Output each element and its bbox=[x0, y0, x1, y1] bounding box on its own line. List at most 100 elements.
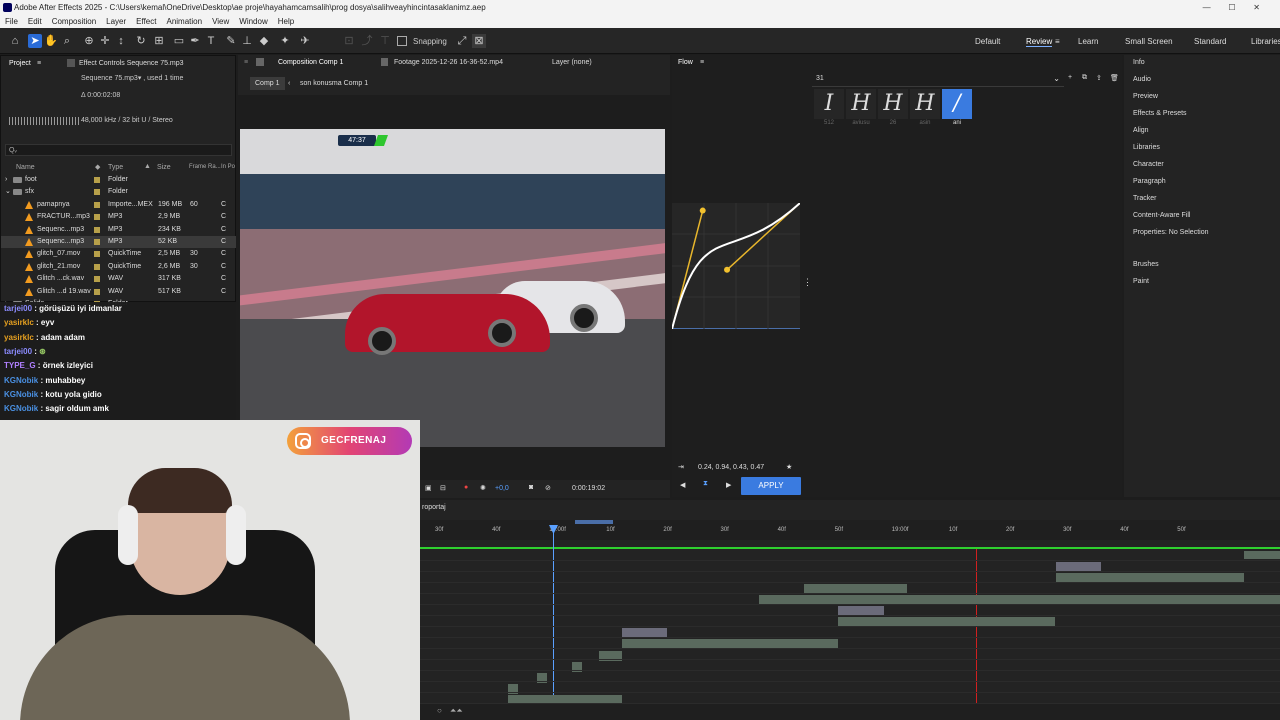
tab-layer[interactable]: Layer (none) bbox=[552, 59, 592, 66]
region-icon[interactable]: ▣ bbox=[425, 484, 432, 492]
right-panel-item[interactable]: Paragraph bbox=[1133, 178, 1166, 185]
label-color-swatch[interactable] bbox=[94, 189, 100, 196]
project-row[interactable]: FRACTUR...mp3 MP3 2,9 MB C bbox=[1, 211, 236, 223]
transparency-grid-icon[interactable]: ⊟ bbox=[440, 484, 446, 492]
preset-thumbnail[interactable]: H bbox=[878, 89, 908, 119]
bezier-handle-1[interactable] bbox=[699, 207, 706, 214]
label-color-swatch[interactable] bbox=[94, 177, 100, 183]
right-panel-item[interactable]: Brushes bbox=[1133, 261, 1159, 268]
snapping-checkbox[interactable] bbox=[397, 36, 407, 46]
snap-options-icon[interactable]: ⤢ bbox=[455, 34, 469, 48]
hand-tool-icon[interactable]: ✋ bbox=[44, 34, 58, 48]
current-timecode[interactable]: 0:00:19:02 bbox=[572, 485, 605, 492]
panel-divider-handle[interactable]: ⋮ bbox=[803, 277, 812, 288]
label-color-swatch[interactable] bbox=[94, 239, 100, 245]
dolly-tool-icon[interactable]: ↕ bbox=[114, 34, 128, 48]
home-icon[interactable]: ⌂ bbox=[8, 34, 22, 48]
add-preset-icon[interactable]: + bbox=[1068, 74, 1072, 81]
favorite-star-icon[interactable]: ★ bbox=[786, 463, 792, 471]
rotate-tool-icon[interactable]: ↻ bbox=[134, 34, 148, 48]
exposure-value[interactable]: +0,0 bbox=[495, 485, 509, 492]
prev-preset-icon[interactable]: ◀ bbox=[680, 481, 685, 489]
label-color-swatch[interactable] bbox=[94, 226, 100, 233]
orbit-tool-icon[interactable]: ⊕ bbox=[82, 34, 96, 48]
puppet-tool-icon[interactable]: ✈ bbox=[298, 34, 312, 48]
tab-composition[interactable]: Composition Comp 1 bbox=[278, 59, 343, 66]
right-panel-item[interactable]: Content-Aware Fill bbox=[1133, 212, 1190, 219]
col-frame-rate[interactable]: Frame Ra... bbox=[189, 164, 221, 170]
bezier-handle-2[interactable] bbox=[724, 266, 731, 273]
composition-viewer[interactable]: 47:37 bbox=[240, 129, 665, 447]
panel-menu-icon[interactable]: ≡ bbox=[244, 59, 248, 66]
project-row[interactable]: glitch_07.mov QuickTime 2,5 MB 30 C bbox=[1, 248, 236, 260]
workspace-libraries[interactable]: Libraries bbox=[1251, 37, 1280, 46]
project-row[interactable]: Sequenc...mp3 MP3 52 KB C bbox=[1, 236, 236, 248]
label-color-swatch[interactable] bbox=[94, 276, 100, 283]
menu-animation[interactable]: Animation bbox=[166, 15, 202, 28]
timeline-layer-name[interactable]: roportaj bbox=[422, 504, 446, 511]
label-color-swatch[interactable] bbox=[94, 288, 100, 295]
align-tool-icon[interactable]: ⊡ bbox=[342, 34, 356, 48]
preset-group-select[interactable]: 31 ⌄ bbox=[812, 73, 1064, 87]
clone-stamp-tool-icon[interactable]: ⊥ bbox=[240, 34, 254, 48]
col-type[interactable]: Type bbox=[108, 164, 123, 171]
project-row[interactable]: glitch_21.mov QuickTime 2,6 MB 30 C bbox=[1, 261, 236, 273]
panel-menu-icon[interactable]: ≡ bbox=[37, 60, 41, 67]
tab-footage[interactable]: Footage 2025-12-26 16-36-52.mp4 bbox=[394, 59, 503, 66]
preset-thumbnail[interactable]: H bbox=[846, 89, 876, 119]
bezier-curve-editor[interactable] bbox=[672, 203, 800, 329]
trash-icon[interactable]: 🗑 bbox=[1110, 74, 1119, 82]
project-row[interactable]: Glitch ...d 19.wav WAV 517 KB C bbox=[1, 286, 236, 298]
project-search-input[interactable]: Qᵥ bbox=[5, 144, 232, 156]
menu-layer[interactable]: Layer bbox=[106, 15, 126, 28]
exposure-reset-icon[interactable]: ✺ bbox=[480, 484, 486, 492]
snapshot-icon[interactable]: ◙ bbox=[529, 484, 533, 491]
menu-composition[interactable]: Composition bbox=[52, 15, 96, 28]
show-snapshot-icon[interactable]: ⊘ bbox=[545, 484, 551, 492]
pen-tool-icon[interactable]: ✒ bbox=[188, 34, 202, 48]
world-axis-icon[interactable]: ⊤ bbox=[378, 34, 392, 48]
preset-thumbnail[interactable]: I bbox=[814, 89, 844, 119]
workspace-default[interactable]: Default bbox=[975, 37, 1000, 46]
apply-button[interactable]: APPLY bbox=[741, 477, 801, 495]
preset-thumbnail[interactable]: H bbox=[910, 89, 940, 119]
eraser-tool-icon[interactable]: ◆ bbox=[257, 34, 271, 48]
project-row[interactable]: Sequenc...mp3 MP3 234 KB C bbox=[1, 224, 236, 236]
snap-grid-icon[interactable]: ⊠ bbox=[472, 34, 486, 48]
project-row[interactable]: › foot Folder bbox=[1, 174, 236, 186]
label-color-swatch[interactable] bbox=[94, 201, 100, 208]
right-panel-item[interactable]: Align bbox=[1133, 127, 1149, 134]
right-panel-item[interactable]: Preview bbox=[1133, 93, 1158, 100]
workspace-menu-icon[interactable]: ≡ bbox=[1055, 37, 1060, 46]
menu-window[interactable]: Window bbox=[239, 15, 267, 28]
import-icon[interactable]: ⇥ bbox=[678, 463, 684, 471]
project-row[interactable]: Glitch ...ck.wav WAV 317 KB C bbox=[1, 273, 236, 285]
breadcrumb-son-konusma[interactable]: son konusma Comp 1 bbox=[300, 80, 368, 87]
window-controls[interactable]: — ☐ ✕ bbox=[1203, 0, 1260, 15]
zoom-tool-icon[interactable]: ⌕ bbox=[60, 34, 74, 48]
label-color-swatch[interactable] bbox=[94, 214, 100, 221]
project-row[interactable]: pamapnya Importe...MEX 196 MB 60 C bbox=[1, 199, 236, 211]
right-panel-item[interactable]: Effects & Presets bbox=[1133, 110, 1187, 117]
bezier-values[interactable]: 0.24, 0.94, 0.43, 0.47 bbox=[698, 464, 764, 471]
menu-file[interactable]: File bbox=[5, 15, 18, 28]
tab-project[interactable]: Project bbox=[9, 60, 31, 67]
right-panel-item[interactable]: Properties: No Selection bbox=[1133, 229, 1208, 236]
menu-view[interactable]: View bbox=[212, 15, 229, 28]
brush-tool-icon[interactable]: ✎ bbox=[224, 34, 238, 48]
zoom-slider-icon[interactable]: ⏶⏶ bbox=[450, 706, 463, 716]
menu-help[interactable]: Help bbox=[278, 15, 294, 28]
expand-icon[interactable]: ⌄ bbox=[5, 186, 11, 198]
right-panel-item[interactable]: Libraries bbox=[1133, 144, 1160, 151]
col-name[interactable]: Name bbox=[16, 164, 35, 171]
next-preset-icon[interactable]: ▶ bbox=[726, 481, 731, 489]
axis-tool-icon[interactable]: ⤴ bbox=[360, 34, 374, 48]
menu-effect[interactable]: Effect bbox=[136, 15, 156, 28]
pan-behind-tool-icon[interactable]: ⊞ bbox=[152, 34, 166, 48]
type-tool-icon[interactable]: T bbox=[204, 34, 218, 48]
workspace-review[interactable]: Review bbox=[1026, 37, 1053, 47]
duplicate-icon[interactable]: ⧉ bbox=[1082, 74, 1087, 82]
menu-edit[interactable]: Edit bbox=[28, 15, 42, 28]
right-panel-item[interactable]: Character bbox=[1133, 161, 1164, 168]
channels-icon[interactable]: ● bbox=[464, 484, 468, 491]
